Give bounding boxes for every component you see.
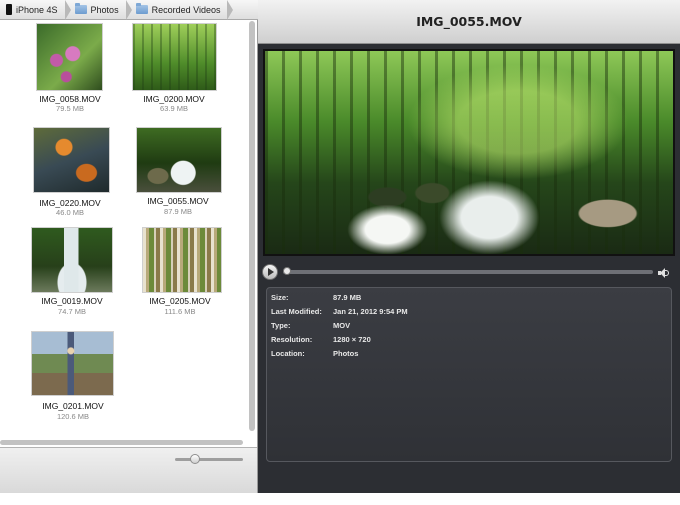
video-name: IMG_0201.MOV [42, 401, 104, 411]
info-label: Last Modified: [271, 307, 322, 316]
info-value: Photos [333, 349, 359, 358]
info-label: Size: [271, 293, 289, 302]
video-thumbnail[interactable] [31, 331, 114, 396]
video-name: IMG_0205.MOV [149, 296, 211, 306]
volume-icon-wave [665, 270, 669, 276]
info-value: Jan 21, 2012 9:54 PM [333, 307, 408, 316]
play-button[interactable] [262, 264, 278, 280]
playback-progress-bar[interactable] [283, 267, 653, 275]
thumbnail-grid: IMG_0058.MOV 79.5 MB IMG_0200.MOV 63.9 M… [0, 21, 246, 439]
preview-pane: IMG_0055.MOV Size: 87.9 MB Last Modified… [258, 0, 680, 493]
info-value: MOV [333, 321, 351, 330]
breadcrumb-label: iPhone 4S [16, 4, 58, 15]
video-thumbnail[interactable] [36, 23, 103, 91]
video-size: 87.9 MB [164, 207, 192, 216]
video-thumbnail[interactable] [136, 127, 222, 193]
video-size: 79.5 MB [56, 104, 84, 113]
thumbnail-size-slider-knob[interactable] [190, 454, 201, 464]
info-value: 87.9 MB [333, 293, 362, 302]
breadcrumb-item-photos[interactable]: Photos [65, 0, 132, 20]
file-browser-pane: iPhone 4S Photos Recorded Videos IMG_005… [0, 0, 258, 493]
preview-footer [258, 466, 680, 493]
video-name: IMG_0200.MOV [143, 94, 205, 104]
folder-icon [135, 3, 148, 14]
phone-icon [6, 4, 12, 15]
folder-icon [74, 3, 87, 14]
info-value: 1280 × 720 [333, 335, 371, 344]
preview-title: IMG_0055.MOV [416, 14, 522, 29]
video-name: IMG_0220.MOV [39, 198, 101, 208]
video-thumbnail[interactable] [142, 227, 222, 293]
breadcrumb-item-recorded-videos[interactable]: Recorded Videos [126, 0, 234, 20]
file-info-panel: Size: 87.9 MB Last Modified: Jan 21, 201… [266, 287, 672, 462]
video-thumbnail[interactable] [33, 127, 110, 193]
video-name: IMG_0019.MOV [41, 296, 103, 306]
horizontal-scrollbar[interactable] [0, 440, 246, 446]
video-size: 46.0 MB [56, 208, 84, 217]
info-label: Location: [271, 349, 305, 358]
vertical-scrollbar-thumb[interactable] [249, 21, 255, 431]
playback-controls [258, 261, 680, 283]
horizontal-scrollbar-thumb[interactable] [0, 440, 243, 445]
vertical-scrollbar[interactable] [248, 21, 256, 439]
play-icon [268, 268, 274, 276]
video-size: 120.6 MB [56, 412, 90, 421]
info-label: Type: [271, 321, 291, 330]
breadcrumb-label: Photos [90, 4, 119, 15]
video-thumbnail[interactable] [132, 23, 217, 91]
info-label: Resolution: [271, 335, 313, 344]
thumbnail-size-slider[interactable] [175, 454, 243, 464]
volume-icon[interactable] [658, 268, 670, 278]
video-name: IMG_0055.MOV [147, 196, 209, 206]
video-name: IMG_0058.MOV [39, 94, 101, 104]
video-thumbnail[interactable] [31, 227, 113, 293]
video-size: 63.9 MB [160, 104, 188, 113]
video-player-frame[interactable] [263, 49, 675, 256]
playback-scrubber[interactable] [283, 267, 291, 275]
video-size: 74.7 MB [58, 307, 86, 316]
video-size: 111.6 MB [164, 307, 196, 316]
breadcrumb-label: Recorded Videos [151, 4, 221, 15]
preview-title-bar: IMG_0055.MOV [258, 0, 680, 44]
breadcrumb: iPhone 4S Photos Recorded Videos [0, 0, 258, 20]
bottom-toolbar [0, 447, 257, 493]
breadcrumb-item-iphone[interactable]: iPhone 4S [0, 0, 71, 20]
